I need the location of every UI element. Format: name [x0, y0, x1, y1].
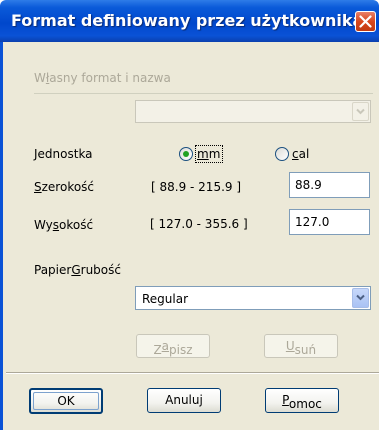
paper-thickness-value: Regular — [142, 292, 189, 306]
close-icon — [359, 15, 372, 28]
custom-paper-format-dialog: Format definiowany przez użytkownika Wła… — [0, 0, 379, 430]
radio-selected-dot — [183, 151, 189, 157]
dialog-body: Własny format i nazwa Jednostka mm cal S… — [0, 42, 379, 430]
paper-thickness-label-accel: G — [71, 263, 81, 277]
delete-button[interactable]: Usuń — [264, 334, 338, 358]
height-label-prefix: Wy — [34, 218, 53, 232]
unit-inch-label-rest: al — [298, 147, 310, 161]
width-input[interactable]: 88.9 — [289, 172, 370, 198]
width-label-rest: zerokość — [41, 180, 95, 194]
custom-format-label: Własny format i nazwa — [34, 71, 171, 85]
custom-format-select[interactable] — [135, 100, 371, 123]
help-button-label: Pomoc — [282, 393, 322, 411]
paper-thickness-label-rest: rubość — [80, 263, 121, 277]
window-title: Format definiowany przez użytkownika — [11, 11, 364, 30]
ok-button-label: OK — [57, 394, 75, 408]
paper-thickness-dropdown-button[interactable] — [352, 288, 369, 308]
height-label: Wysokość — [34, 218, 93, 232]
save-button-label: Zapisz — [153, 339, 192, 357]
paper-thickness-label-prefix: Papier — [34, 263, 72, 277]
custom-format-dropdown-button[interactable] — [352, 102, 369, 121]
height-input-value: 127.0 — [295, 215, 330, 229]
chevron-down-icon — [356, 294, 365, 301]
delete-button-label-accel: U — [285, 339, 295, 353]
ok-button[interactable]: OK — [29, 388, 103, 414]
width-label-accel: S — [34, 180, 42, 194]
save-button[interactable]: Zapisz — [136, 334, 210, 358]
width-range: [ 88.9 - 215.9 ] — [151, 180, 242, 194]
custom-format-label-rest: asny format i nazwa — [49, 71, 171, 85]
help-button[interactable]: Pomoc — [265, 388, 339, 413]
unit-inch-label-accel: c — [292, 147, 299, 161]
footer-separator — [6, 372, 379, 374]
unit-inch-radio[interactable] — [275, 147, 289, 161]
cancel-button[interactable]: Anuluj — [147, 388, 221, 413]
unit-label: Jednostka — [34, 147, 93, 161]
paper-thickness-label: PapierGrubość — [34, 263, 121, 277]
custom-format-divider — [34, 93, 373, 94]
unit-mm-label-accel: m — [197, 147, 209, 161]
unit-mm-label-rest: m — [208, 147, 221, 161]
unit-mm-label[interactable]: mm — [197, 147, 220, 161]
height-range: [ 127.0 - 355.6 ] — [150, 217, 248, 231]
save-button-label-rest: pisz — [169, 343, 193, 357]
height-input[interactable]: 127.0 — [289, 209, 370, 235]
custom-format-label-prefix: W — [34, 71, 46, 85]
chevron-down-icon — [356, 108, 365, 115]
width-label: Szerokość — [34, 180, 94, 194]
help-button-label-accel: P — [282, 393, 289, 407]
close-button[interactable] — [355, 11, 376, 32]
unit-mm-radio[interactable] — [179, 147, 193, 161]
save-button-label-prefix: Z — [153, 343, 162, 357]
cancel-button-label: Anuluj — [165, 393, 203, 407]
height-label-rest: okość — [59, 218, 94, 232]
title-bar[interactable]: Format definiowany przez użytkownika — [0, 0, 379, 42]
unit-inch-label[interactable]: cal — [292, 147, 309, 161]
help-button-label-rest: omoc — [288, 397, 322, 411]
delete-button-label-rest: suń — [294, 343, 317, 357]
paper-thickness-select[interactable]: Regular — [135, 286, 371, 310]
delete-button-label: Usuń — [285, 339, 316, 357]
save-button-label-accel: a — [161, 339, 170, 353]
width-input-value: 88.9 — [295, 178, 322, 192]
